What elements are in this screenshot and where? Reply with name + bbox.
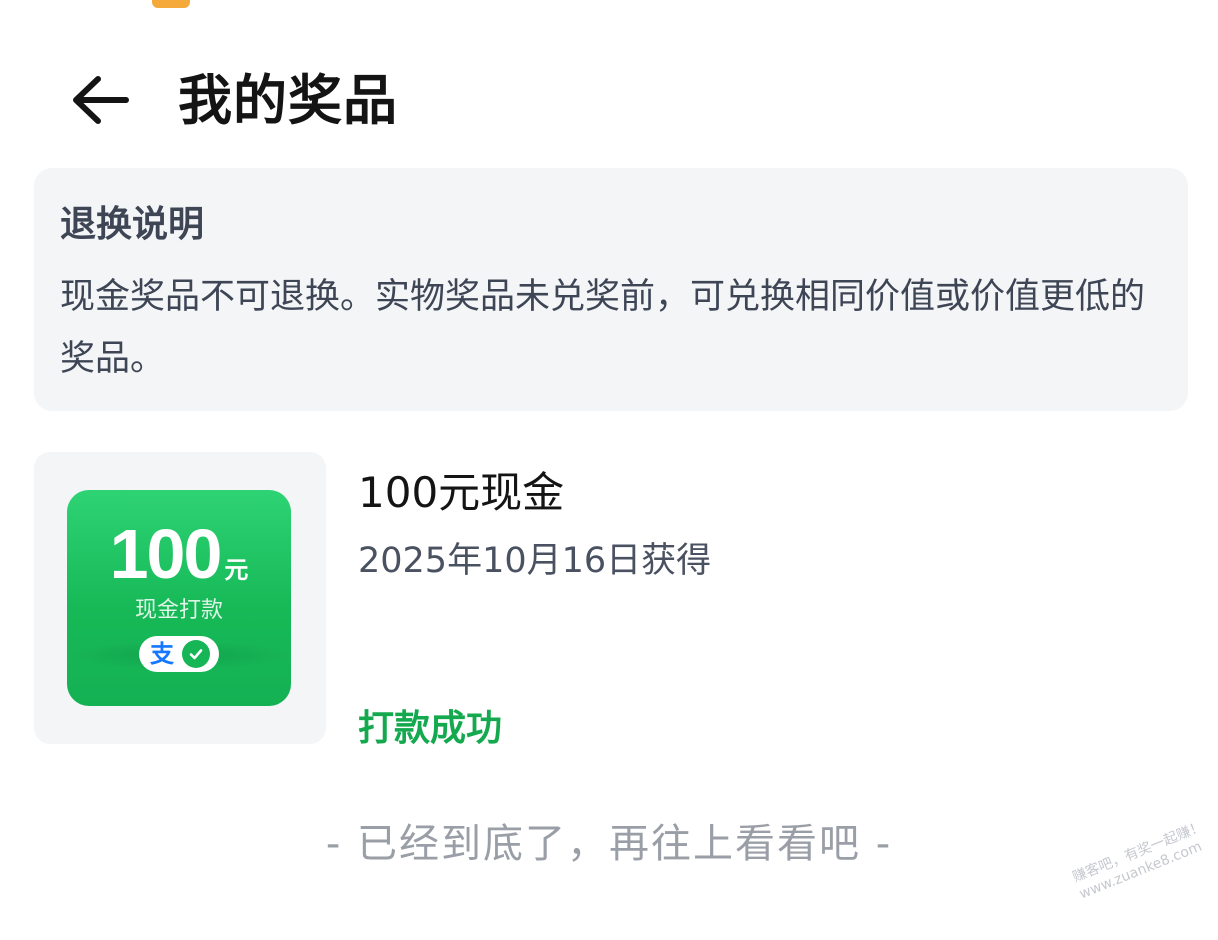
prize-date: 2025年10月16日获得 bbox=[358, 541, 712, 581]
prize-name[interactable]: 100元现金 bbox=[358, 466, 564, 520]
prize-thumbnail[interactable]: 100 元 现金打款 支 bbox=[34, 452, 326, 744]
return-policy-card: 退换说明 现金奖品不可退换。实物奖品未兑奖前，可兑换相同价值或价值更低的奖品。 bbox=[34, 168, 1188, 411]
prize-status: 打款成功 bbox=[358, 708, 503, 749]
cash-prize-card-image: 100 元 现金打款 支 bbox=[67, 490, 291, 706]
payment-method-pill: 支 bbox=[139, 636, 219, 672]
status-bar-app-icon bbox=[152, 0, 190, 8]
return-policy-text: 现金奖品不可退换。实物奖品未兑奖前，可兑换相同价值或价值更低的奖品。 bbox=[60, 277, 1146, 379]
page-title: 我的奖品 bbox=[178, 69, 398, 132]
prize-card-subtitle: 现金打款 bbox=[134, 598, 223, 623]
prize-card-amount-row: 100 元 bbox=[67, 514, 291, 594]
prize-card-amount: 100 bbox=[109, 515, 223, 593]
back-button[interactable] bbox=[66, 70, 132, 130]
wechat-check-icon bbox=[182, 640, 210, 668]
end-of-list-text: - 已经到底了，再往上看看吧 - bbox=[325, 821, 893, 867]
check-icon bbox=[189, 649, 203, 660]
prize-card-unit: 元 bbox=[224, 556, 249, 584]
return-policy-title: 退换说明 bbox=[60, 204, 205, 245]
arrow-left-icon bbox=[73, 76, 129, 124]
alipay-icon: 支 bbox=[150, 640, 174, 668]
